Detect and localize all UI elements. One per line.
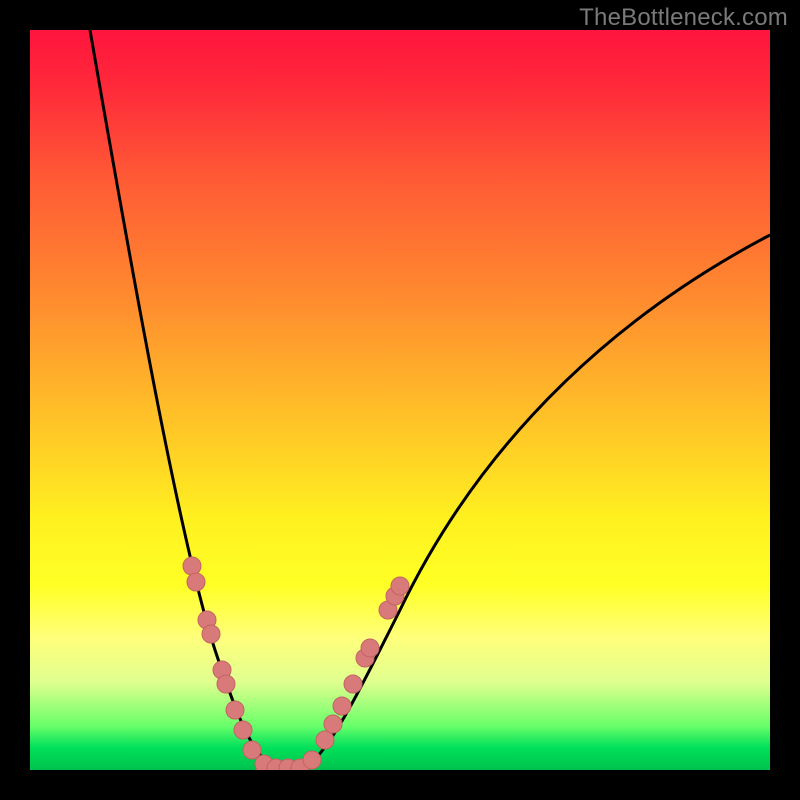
data-markers-group [183, 557, 409, 770]
data-marker [217, 675, 235, 693]
data-marker [187, 573, 205, 591]
data-marker [333, 697, 351, 715]
chart-plot-area [30, 30, 770, 770]
data-marker [344, 675, 362, 693]
data-marker [361, 639, 379, 657]
data-marker [316, 731, 334, 749]
data-marker [183, 557, 201, 575]
data-marker [243, 741, 261, 759]
data-marker [391, 577, 409, 595]
chart-svg [30, 30, 770, 770]
data-marker [303, 751, 321, 769]
data-marker [226, 701, 244, 719]
data-marker [324, 715, 342, 733]
data-marker [234, 721, 252, 739]
watermark-text: TheBottleneck.com [579, 4, 788, 32]
bottleneck-curve [90, 30, 770, 769]
data-marker [202, 625, 220, 643]
